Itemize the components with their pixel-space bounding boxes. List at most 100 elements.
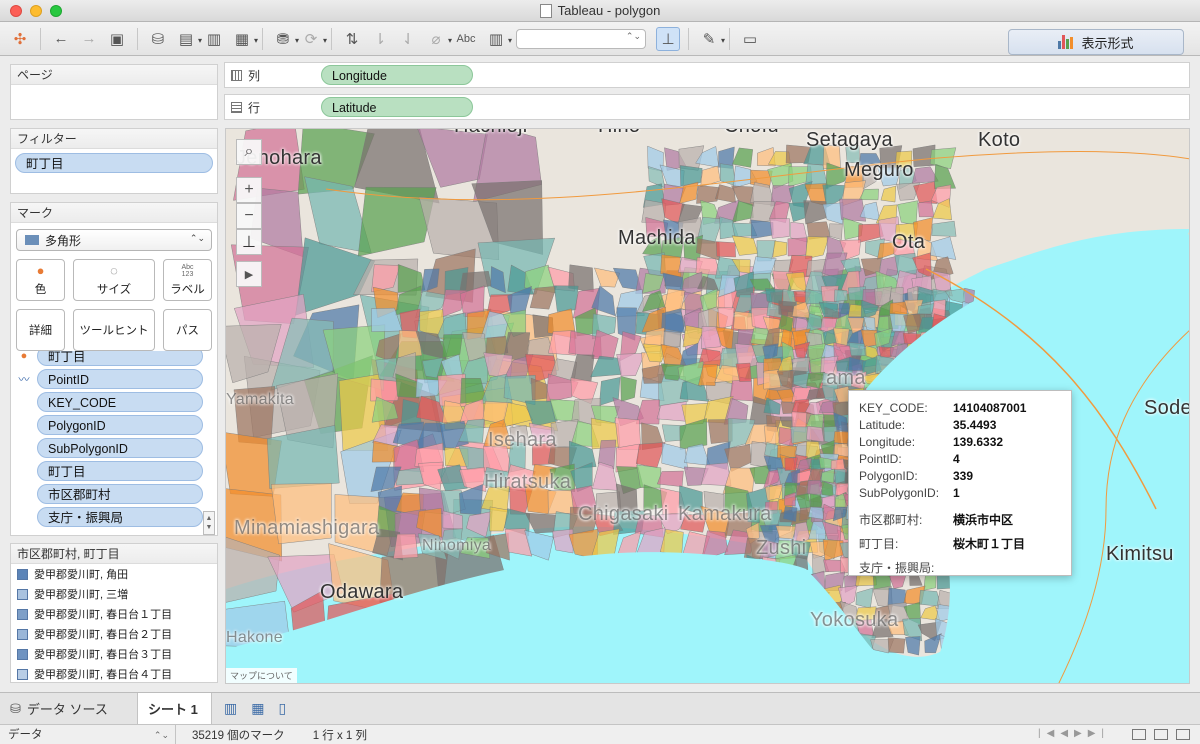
zoom-in-icon[interactable]: +: [236, 177, 262, 203]
tooltip-key: SubPolygonID:: [859, 485, 940, 500]
map-polygon: [769, 218, 790, 239]
label-icon[interactable]: Abc: [452, 27, 480, 51]
new-datasource-icon[interactable]: ⛁: [146, 27, 170, 51]
size-button[interactable]: ◌ サイズ: [73, 259, 155, 301]
new-dashboard-icon[interactable]: ▦: [251, 700, 264, 717]
new-worksheet-icon[interactable]: ▤ ▾: [174, 27, 202, 51]
mark-field-pill[interactable]: 支庁・振興局: [37, 507, 203, 527]
group-icon[interactable]: ⌀ ▾: [424, 27, 452, 51]
longitude-pill[interactable]: Longitude: [321, 65, 473, 85]
tabs-view-icon[interactable]: [1176, 729, 1190, 740]
close-window-button[interactable]: [10, 5, 22, 17]
legend-item[interactable]: 愛甲郡愛川町, 春日台１丁目: [11, 604, 217, 624]
map-polygon: [834, 469, 846, 484]
map-search-icon[interactable]: ⌕: [236, 139, 262, 165]
mark-fields-list[interactable]: ● 町丁目 〰 PointID KEY_CODE PolygonID SubPo…: [11, 351, 203, 535]
about-map-link[interactable]: マップについて: [226, 668, 297, 683]
show-me-label: 表示形式: [1081, 35, 1134, 51]
zoom-out-icon[interactable]: −: [236, 203, 262, 229]
mark-field-pill[interactable]: 町丁目: [37, 351, 203, 366]
pin-map-icon[interactable]: ⊥: [236, 229, 262, 255]
sheet-tab[interactable]: シート 1: [138, 693, 212, 724]
tooltip-key: 市区郡町村:: [859, 512, 923, 527]
filters-panel[interactable]: フィルター 町丁目: [10, 128, 218, 194]
rows-label: 行: [248, 100, 261, 115]
tooltip-row: SubPolygonID: 1: [859, 484, 1061, 501]
datasource-tab-label: データ ソース: [26, 702, 108, 717]
maximize-window-button[interactable]: [50, 5, 62, 17]
map-polygon: [889, 301, 908, 315]
latitude-pill[interactable]: Latitude: [321, 97, 473, 117]
polygon-icon: [25, 235, 39, 245]
fit-select[interactable]: [516, 28, 646, 49]
mark-field-pill[interactable]: PolygonID: [37, 415, 203, 435]
forward-icon[interactable]: →: [77, 27, 101, 51]
new-worksheet-icon[interactable]: ▥: [224, 700, 237, 717]
tableau-logo-icon[interactable]: ✣: [8, 27, 32, 51]
duplicate-sheet-icon[interactable]: ▥: [202, 27, 226, 51]
mark-field-row: 町丁目: [11, 460, 203, 482]
sort-descending-icon[interactable]: ⇃: [396, 27, 420, 51]
mark-field-pill[interactable]: SubPolygonID: [37, 438, 203, 458]
map-place-label: Ota: [892, 231, 926, 253]
show-me-button[interactable]: 表示形式: [1008, 29, 1184, 55]
mark-field-pill[interactable]: KEY_CODE: [37, 392, 203, 412]
legend-item[interactable]: 愛甲郡愛川町, 角田: [11, 564, 217, 584]
legend-item[interactable]: 愛甲郡愛川町, 春日台２丁目: [11, 624, 217, 644]
legend-item[interactable]: 愛甲郡愛川町, 春日台３丁目: [11, 644, 217, 664]
totals-icon[interactable]: ▥ ▾: [484, 27, 512, 51]
map-polygon: [835, 483, 850, 496]
path-button[interactable]: パス: [163, 309, 212, 351]
tooltip-button[interactable]: ツールヒント: [73, 309, 155, 351]
pages-panel[interactable]: ページ: [10, 64, 218, 120]
legend-swatch: [17, 588, 28, 600]
mark-field-row: 〰 PointID: [11, 368, 203, 390]
map-polygon: [696, 185, 720, 204]
new-story-icon[interactable]: ▯: [278, 700, 286, 717]
color-button[interactable]: ● 色: [16, 259, 65, 301]
map-polygon: [664, 330, 681, 348]
sheet-sorter-icon[interactable]: [1132, 729, 1146, 740]
clear-sheet-icon[interactable]: ▦ ▾: [230, 27, 258, 51]
pause-update-icon[interactable]: ⛃ ▾: [271, 27, 299, 51]
sort-ascending-icon[interactable]: ⇂: [368, 27, 392, 51]
pin-icon[interactable]: ⊥: [656, 26, 680, 51]
tooltip-value: 14104087001: [953, 400, 1027, 415]
mark-field-pill[interactable]: PointID: [37, 369, 203, 389]
mark-field-pill[interactable]: 市区郡町村: [37, 484, 203, 504]
highlight-icon[interactable]: ✎ ▾: [697, 27, 725, 51]
legend-item[interactable]: 愛甲郡愛川町, 春日台４丁目: [11, 664, 217, 684]
map-place-label: Setagaya: [806, 129, 893, 151]
columns-icon: [231, 69, 242, 81]
datasource-select[interactable]: データ: [0, 724, 176, 744]
back-icon[interactable]: ←: [49, 27, 73, 51]
detail-button[interactable]: 詳細: [16, 309, 65, 351]
map-place-label: ama: [826, 367, 866, 389]
tooltip-key: PolygonID:: [859, 468, 918, 483]
label-label: ラベル: [170, 283, 205, 296]
filters-title: フィルター: [11, 129, 217, 149]
expand-tools-icon[interactable]: ▶: [236, 261, 262, 287]
tooltip-value: 139.6332: [953, 434, 1004, 449]
map-polygon: [267, 425, 340, 489]
refresh-icon[interactable]: ⟳ ▾: [299, 27, 327, 51]
filmstrip-icon[interactable]: [1154, 729, 1168, 740]
label-button[interactable]: Abc 123 ラベル: [163, 259, 212, 301]
minimize-window-button[interactable]: [30, 5, 42, 17]
save-icon[interactable]: ▣: [105, 27, 129, 51]
mark-type-select[interactable]: 多角形: [16, 229, 212, 251]
detail-label: 詳細: [29, 325, 52, 337]
legend-list[interactable]: 愛甲郡愛川町, 角田 愛甲郡愛川町, 三増 愛甲郡愛川町, 春日台１丁目 愛甲郡愛川町…: [11, 564, 217, 684]
mark-field-pill[interactable]: 町丁目: [37, 461, 203, 481]
rows-shelf[interactable]: 行 Latitude: [224, 94, 1190, 120]
sheet-navigation-icon[interactable]: |◀◀▶▶|: [1038, 728, 1110, 739]
legend-item[interactable]: 愛甲郡愛川町, 三増: [11, 584, 217, 604]
filter-pill[interactable]: 町丁目: [15, 153, 213, 173]
datasource-tab[interactable]: ⛁ データ ソース: [0, 693, 138, 724]
swap-icon[interactable]: ⇅: [340, 27, 364, 51]
mark-field-row: ● 町丁目: [11, 351, 203, 367]
map-polygon: [393, 533, 419, 559]
presentation-icon[interactable]: ▭: [738, 27, 762, 51]
columns-shelf[interactable]: 列 Longitude: [224, 62, 1190, 88]
marks-scrollbar[interactable]: ▲ ▼: [203, 511, 215, 535]
